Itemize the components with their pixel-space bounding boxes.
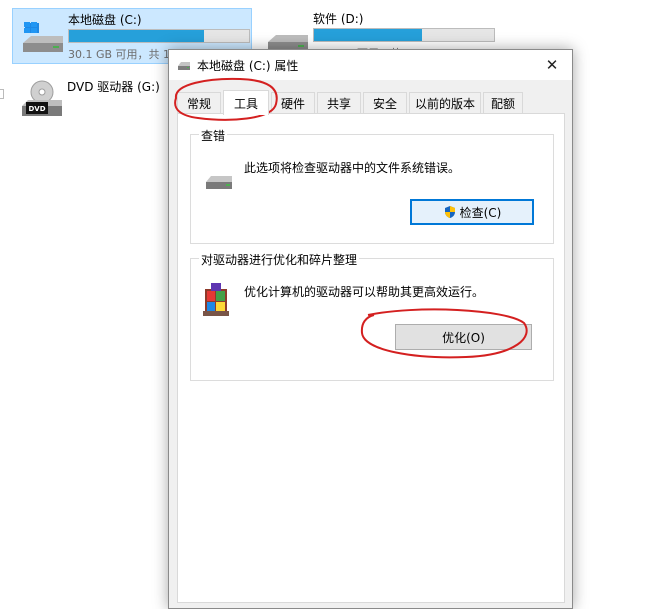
hard-drive-icon [23,22,63,52]
tab-security[interactable]: 安全 [363,92,407,114]
hard-drive-icon [178,62,190,70]
error-checking-group: 查错 此选项将检查驱动器中的文件系统错误。 检查(C) [190,127,554,244]
drive-usage-bar-d [313,28,495,42]
tab-general[interactable]: 常规 [177,92,221,114]
drive-name-c: 本地磁盘 (C:) [68,13,142,27]
check-button[interactable]: 检查(C) [410,199,534,225]
tab-previous-versions[interactable]: 以前的版本 [409,92,481,114]
shield-uac-icon [444,206,455,218]
dialog-titlebar[interactable]: 本地磁盘 (C:) 属性 ✕ [169,50,572,80]
properties-dialog: 本地磁盘 (C:) 属性 ✕ 常规 工具 硬件 共享 安全 以前的版本 配额 查… [168,49,573,609]
error-checking-description: 此选项将检查驱动器中的文件系统错误。 [244,161,461,175]
tab-quota[interactable]: 配额 [483,92,523,114]
optimize-group: 对驱动器进行优化和碎片整理 优化计算机的驱动器可以帮助其更高效运行。 优化(O) [190,251,554,381]
hard-drive-icon [206,176,232,189]
tab-sharing[interactable]: 共享 [317,92,361,114]
drive-usage-bar-c [68,29,250,43]
optimize-description: 优化计算机的驱动器可以帮助其更高效运行。 [244,285,485,299]
tab-tools[interactable]: 工具 [223,90,269,115]
tools-tab-panel: 查错 此选项将检查驱动器中的文件系统错误。 检查(C) 对驱动器进行优化和碎片整… [177,113,565,603]
drive-name-d: 软件 (D:) [313,12,364,26]
defrag-icon [203,283,229,316]
dvd-badge: DVD [28,105,45,113]
close-button[interactable]: ✕ [532,50,572,80]
partial-drive-edge [0,89,4,99]
tab-bar: 常规 工具 硬件 共享 安全 以前的版本 配额 [177,90,565,115]
error-checking-title: 查错 [199,127,228,144]
optimize-title: 对驱动器进行优化和碎片整理 [199,251,360,268]
optimize-button[interactable]: 优化(O) [395,324,532,350]
optimize-button-label: 优化(O) [442,330,485,345]
close-icon: ✕ [545,56,559,74]
dvd-drive-icon: DVD [22,80,62,116]
drive-name-dvd: DVD 驱动器 (G:) [67,80,160,94]
check-button-label: 检查(C) [459,205,502,220]
dialog-title: 本地磁盘 (C:) 属性 [197,59,299,73]
tab-hardware[interactable]: 硬件 [271,92,315,114]
